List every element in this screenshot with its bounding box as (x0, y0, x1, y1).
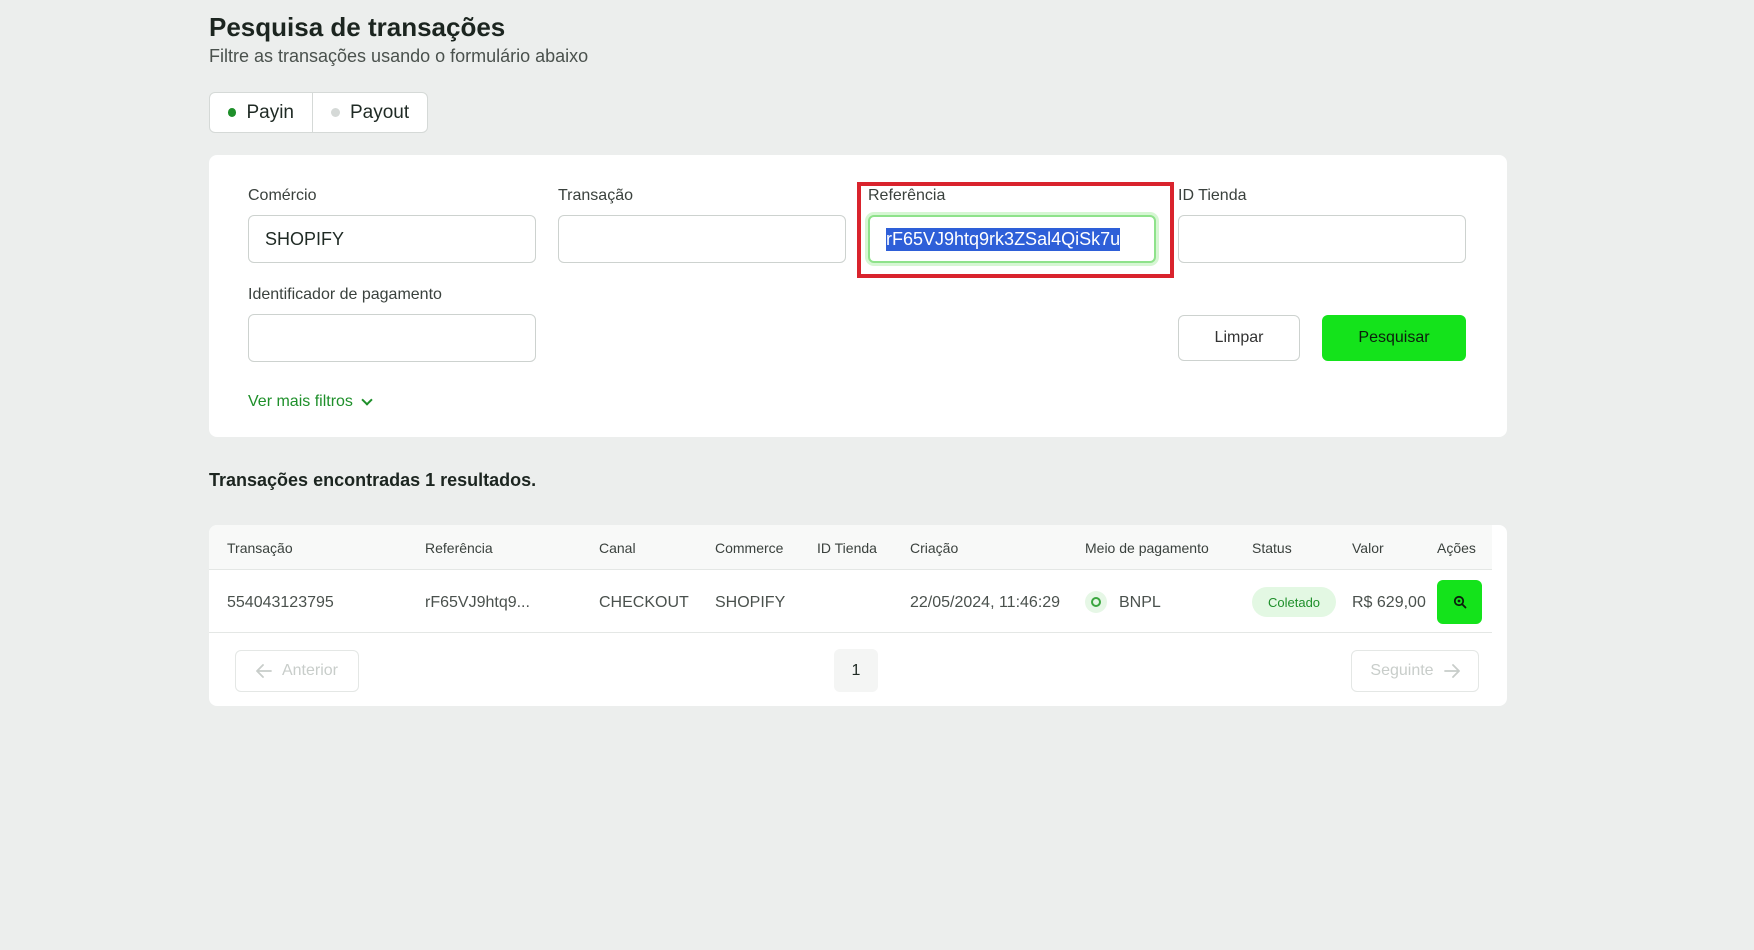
tab-payin-label: Payin (246, 101, 294, 123)
table-header: Transação Referência Canal Commerce ID T… (209, 525, 1492, 570)
results-title: Transações encontradas 1 resultados. (209, 470, 537, 490)
payment-method-icon (1085, 591, 1107, 613)
column-header: Meio de pagamento (1085, 540, 1209, 556)
transacao-label: Transação (558, 187, 633, 204)
active-dot-icon (228, 108, 237, 117)
arrow-right-icon (1443, 664, 1460, 678)
search-button[interactable]: Pesquisar (1322, 315, 1466, 361)
arrow-left-icon (256, 664, 272, 678)
comercio-field[interactable]: SHOPIFY (248, 215, 536, 263)
cell-referencia: rF65VJ9htq9... (425, 594, 530, 611)
referencia-field[interactable]: rF65VJ9htq9rk3ZSal4QiSk7u (868, 215, 1156, 263)
page-number[interactable]: 1 (834, 649, 878, 692)
cell-commerce: SHOPIFY (715, 594, 786, 611)
column-header: Criação (910, 540, 959, 556)
more-filters-label: Ver mais filtros (248, 393, 353, 410)
previous-page-label: Anterior (281, 662, 339, 679)
tab-payin[interactable]: Payin (210, 93, 313, 132)
column-header: Canal (599, 540, 636, 556)
previous-page-button[interactable]: Anterior (235, 650, 359, 692)
tab-payout[interactable]: Payout (313, 93, 427, 132)
cell-canal: CHECKOUT (599, 594, 689, 611)
table-row[interactable]: 554043123795 rF65VJ9htq9... CHECKOUT SHO… (209, 571, 1492, 633)
column-header: ID Tienda (817, 540, 877, 556)
identificador-field[interactable] (248, 314, 536, 362)
transaction-type-toggle: Payin Payout (209, 92, 428, 133)
referencia-label: Referência (868, 187, 946, 204)
clear-button[interactable]: Limpar (1178, 315, 1300, 361)
next-page-button[interactable]: Seguinte (1351, 650, 1479, 692)
column-header: Referência (425, 540, 493, 556)
cell-transacao: 554043123795 (227, 594, 334, 611)
id-tienda-field[interactable] (1178, 215, 1466, 263)
column-header: Commerce (715, 540, 784, 556)
next-page-label: Seguinte (1370, 662, 1434, 679)
status-badge: Coletado (1252, 587, 1337, 617)
referencia-value: rF65VJ9htq9rk3ZSal4QiSk7u (886, 227, 1121, 251)
chevron-down-icon (361, 394, 373, 406)
transacao-field[interactable] (558, 215, 846, 263)
cell-valor: R$ 629,00 (1352, 594, 1426, 611)
tab-payout-label: Payout (350, 101, 410, 123)
search-icon (1453, 595, 1466, 609)
cell-meio-pagamento: BNPL (1119, 594, 1161, 611)
column-header: Status (1252, 540, 1292, 556)
column-header: Transação (227, 540, 293, 556)
column-header: Valor (1352, 540, 1384, 556)
page-subtitle: Filtre as transações usando o formulário… (209, 46, 589, 66)
page-title: Pesquisa de transações (209, 12, 506, 42)
inactive-dot-icon (331, 108, 340, 117)
more-filters-link[interactable]: Ver mais filtros (248, 393, 373, 411)
id-tienda-label: ID Tienda (1178, 187, 1247, 204)
filter-card: Comércio SHOPIFY Transação Referência rF… (209, 155, 1507, 437)
view-details-button[interactable] (1437, 580, 1482, 624)
column-header: Ações (1437, 540, 1476, 556)
comercio-label: Comércio (248, 187, 317, 204)
identificador-label: Identificador de pagamento (248, 286, 442, 303)
results-table: Transação Referência Canal Commerce ID T… (209, 525, 1507, 706)
cell-criacao: 22/05/2024, 11:46:29 (910, 594, 1061, 611)
comercio-value: SHOPIFY (265, 228, 345, 249)
